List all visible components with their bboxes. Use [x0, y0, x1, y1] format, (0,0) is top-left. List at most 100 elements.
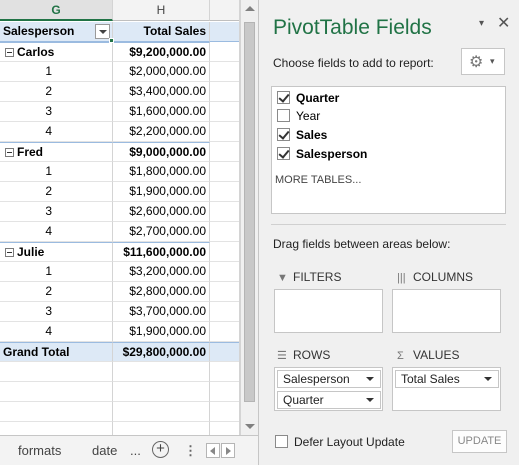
column-header-h[interactable]: H — [113, 0, 210, 21]
item-row[interactable]: 3 $3,700,000.00 — [0, 302, 239, 322]
empty-cell[interactable] — [210, 402, 239, 422]
tools-button[interactable]: ⚙ ▾ — [461, 48, 505, 75]
value-cell[interactable]: $29,800,000.00 — [113, 342, 210, 362]
row-label-cell[interactable]: 4 — [0, 122, 113, 142]
value-cell[interactable]: $1,900,000.00 — [113, 322, 210, 342]
pane-splitter[interactable] — [271, 224, 506, 225]
empty-cell[interactable] — [210, 422, 239, 435]
row-label-cell[interactable]: Grand Total — [0, 342, 113, 362]
empty-cell[interactable] — [210, 322, 239, 342]
value-cell[interactable] — [113, 402, 210, 422]
spreadsheet-grid[interactable]: G H Salesperson Total Sales Carlos $9,200,0… — [0, 0, 240, 435]
empty-cell[interactable] — [210, 22, 239, 42]
empty-cell[interactable] — [210, 202, 239, 222]
row-label-cell[interactable]: 2 — [0, 82, 113, 102]
checkbox[interactable] — [277, 109, 290, 123]
row-label-cell[interactable]: 2 — [0, 282, 113, 302]
values-field-total-sales[interactable]: Total Sales — [395, 370, 499, 388]
defer-layout-update[interactable]: Defer Layout Update — [275, 435, 405, 449]
value-cell[interactable]: $3,400,000.00 — [113, 82, 210, 102]
rows-drop-area[interactable]: Salesperson Quarter — [274, 367, 383, 411]
empty-cell[interactable] — [210, 222, 239, 242]
value-cell[interactable]: $1,900,000.00 — [113, 182, 210, 202]
row-label-cell[interactable]: 1 — [0, 262, 113, 282]
item-row[interactable]: 4 $1,900,000.00 — [0, 322, 239, 342]
chevron-down-icon[interactable] — [484, 377, 492, 381]
sheet-tab-date[interactable]: date — [92, 442, 117, 460]
empty-cell[interactable] — [210, 262, 239, 282]
column-header-g[interactable]: G — [0, 0, 113, 21]
row-label-cell[interactable] — [0, 362, 113, 382]
scrollbar-thumb[interactable] — [244, 22, 255, 402]
empty-cell[interactable] — [210, 122, 239, 142]
row-label-cell[interactable] — [0, 402, 113, 422]
value-cell[interactable]: $2,600,000.00 — [113, 202, 210, 222]
rows-field-salesperson[interactable]: Salesperson — [277, 370, 381, 388]
empty-cell[interactable] — [210, 42, 239, 62]
item-row[interactable]: 3 $2,600,000.00 — [0, 202, 239, 222]
row-label-cell[interactable]: 1 — [0, 162, 113, 182]
scroll-up-icon[interactable] — [245, 6, 255, 11]
empty-cell[interactable] — [210, 242, 239, 262]
group-row[interactable]: Carlos $9,200,000.00 — [0, 42, 239, 62]
filter-dropdown-icon[interactable] — [95, 24, 110, 39]
row-label-cell[interactable]: Fred — [0, 142, 113, 162]
values-drop-area[interactable]: Total Sales — [392, 367, 501, 411]
row-label-cell[interactable]: 4 — [0, 222, 113, 242]
rows-field-quarter[interactable]: Quarter — [277, 391, 381, 409]
empty-row[interactable] — [0, 422, 239, 435]
checkbox[interactable] — [277, 147, 290, 161]
scroll-down-icon[interactable] — [245, 424, 255, 429]
empty-cell[interactable] — [210, 382, 239, 402]
row-label-cell[interactable]: 3 — [0, 102, 113, 122]
row-label-cell[interactable] — [0, 382, 113, 402]
item-row[interactable]: 3 $1,600,000.00 — [0, 102, 239, 122]
row-label-cell[interactable]: 2 — [0, 182, 113, 202]
empty-row[interactable] — [0, 362, 239, 382]
field-sales[interactable]: Sales — [277, 127, 327, 145]
empty-cell[interactable] — [210, 162, 239, 182]
scroll-left-icon[interactable] — [206, 443, 220, 458]
empty-cell[interactable] — [210, 302, 239, 322]
collapse-icon[interactable] — [5, 148, 14, 157]
columns-drop-area[interactable] — [392, 289, 501, 333]
filters-drop-area[interactable] — [274, 289, 383, 333]
value-cell[interactable]: $2,700,000.00 — [113, 222, 210, 242]
value-cell[interactable]: $1,600,000.00 — [113, 102, 210, 122]
empty-row[interactable] — [0, 402, 239, 422]
row-label-cell[interactable]: 3 — [0, 302, 113, 322]
field-quarter[interactable]: Quarter — [277, 90, 339, 108]
sheet-tab-formats[interactable]: formats — [18, 442, 61, 460]
row-label-cell[interactable] — [0, 422, 113, 435]
column-header-blank[interactable] — [210, 0, 239, 21]
chevron-down-icon[interactable] — [366, 377, 374, 381]
value-cell[interactable]: $1,800,000.00 — [113, 162, 210, 182]
field-year[interactable]: Year — [277, 108, 320, 126]
field-salesperson[interactable]: Salesperson — [277, 146, 367, 164]
collapse-icon[interactable] — [5, 48, 14, 57]
row-label-cell[interactable]: 4 — [0, 322, 113, 342]
value-cell[interactable]: $2,800,000.00 — [113, 282, 210, 302]
empty-cell[interactable] — [210, 362, 239, 382]
empty-cell[interactable] — [210, 342, 239, 362]
update-button[interactable]: UPDATE — [452, 430, 507, 453]
checkbox[interactable] — [277, 128, 290, 142]
empty-cell[interactable] — [210, 182, 239, 202]
selection-fill-handle[interactable] — [109, 38, 114, 43]
grand-total-row[interactable]: Grand Total $29,800,000.00 — [0, 342, 239, 362]
value-cell[interactable] — [113, 362, 210, 382]
tab-split-handle[interactable]: ⋮ — [184, 442, 197, 460]
row-label-cell[interactable]: Salesperson — [0, 22, 113, 42]
collapse-icon[interactable] — [5, 248, 14, 257]
value-cell[interactable]: $9,200,000.00 — [113, 42, 210, 62]
checkbox[interactable] — [277, 91, 290, 105]
defer-checkbox[interactable] — [275, 435, 288, 449]
empty-cell[interactable] — [210, 62, 239, 82]
vertical-scrollbar[interactable] — [240, 0, 258, 435]
empty-row[interactable] — [0, 382, 239, 402]
empty-cell[interactable] — [210, 282, 239, 302]
row-label-cell[interactable]: Carlos — [0, 42, 113, 62]
item-row[interactable]: 1 $1,800,000.00 — [0, 162, 239, 182]
item-row[interactable]: 4 $2,700,000.00 — [0, 222, 239, 242]
item-row[interactable]: 1 $3,200,000.00 — [0, 262, 239, 282]
